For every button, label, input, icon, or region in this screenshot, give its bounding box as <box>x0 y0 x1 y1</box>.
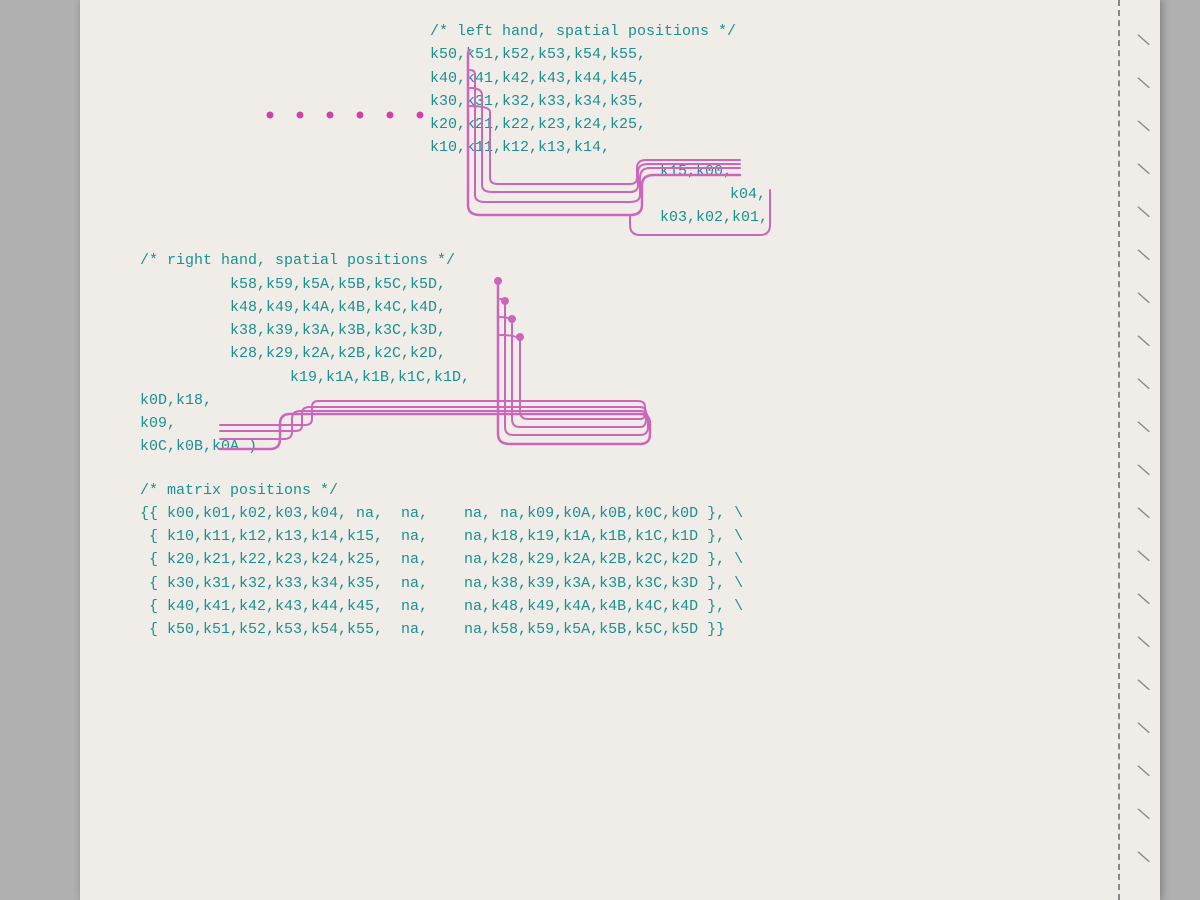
slash-17: \ <box>1136 719 1152 740</box>
slash-14: \ <box>1136 590 1152 611</box>
main-content: /* left hand, spatial positions */ k50,k… <box>140 20 1100 641</box>
left-hand-line-3: k30,k31,k32,k33,k34,k35, <box>430 90 1100 113</box>
slash-8: \ <box>1136 332 1152 353</box>
slash-19: \ <box>1136 805 1152 826</box>
matrix-line-6: { k50,k51,k52,k53,k54,k55, na, na,k58,k5… <box>140 618 1100 641</box>
matrix-line-5: { k40,k41,k42,k43,k44,k45, na, na,k48,k4… <box>140 595 1100 618</box>
slash-18: \ <box>1136 762 1152 783</box>
matrix-line-3: { k20,k21,k22,k23,k24,k25, na, na,k28,k2… <box>140 548 1100 571</box>
matrix-line-1: {{ k00,k01,k02,k03,k04, na, na, na, na,k… <box>140 502 1100 525</box>
left-hand-comment-text: /* left hand, spatial positions */ <box>430 20 1100 43</box>
matrix-section: /* matrix positions */ {{ k00,k01,k02,k0… <box>140 479 1100 642</box>
slash-13: \ <box>1136 547 1152 568</box>
slash-12: \ <box>1136 504 1152 525</box>
right-hand-comment: /* right hand, spatial positions */ k58,… <box>140 249 1100 458</box>
slash-15: \ <box>1136 633 1152 654</box>
right-hand-line-1: k58,k59,k5A,k5B,k5C,k5D, <box>230 273 1100 296</box>
left-hand-line-7: k04, <box>730 183 1100 206</box>
slash-5: \ <box>1136 203 1152 224</box>
slash-6: \ <box>1136 246 1152 267</box>
right-hand-comment-text: /* right hand, spatial positions */ <box>140 249 1100 272</box>
right-hand-line-2: k48,k49,k4A,k4B,k4C,k4D, <box>230 296 1100 319</box>
matrix-comment: /* matrix positions */ <box>140 479 1100 502</box>
slash-16: \ <box>1136 676 1152 697</box>
margin-slash-marks: \ \ \ \ \ \ \ \ \ \ \ \ \ \ \ \ \ \ \ \ <box>1139 0 1150 900</box>
left-hand-line-1: k50,k51,k52,k53,k54,k55, <box>430 43 1100 66</box>
left-hand-comment: /* left hand, spatial positions */ k50,k… <box>430 20 1100 229</box>
slash-7: \ <box>1136 289 1152 310</box>
left-hand-line-6: k15,k00, <box>660 160 1100 183</box>
right-hand-line-8: k0C,k0B,k0A ) <box>140 435 1100 458</box>
left-hand-section: /* left hand, spatial positions */ k50,k… <box>140 20 1100 229</box>
right-hand-line-5: k19,k1A,k1B,k1C,k1D, <box>290 366 1100 389</box>
right-hand-section: /* right hand, spatial positions */ k58,… <box>140 249 1100 458</box>
slash-10: \ <box>1136 418 1152 439</box>
matrix-line-2: { k10,k11,k12,k13,k14,k15, na, na,k18,k1… <box>140 525 1100 548</box>
left-hand-line-8: k03,k02,k01, <box>660 206 1100 229</box>
slash-4: \ <box>1136 160 1152 181</box>
right-hand-line-3: k38,k39,k3A,k3B,k3C,k3D, <box>230 319 1100 342</box>
matrix-line-4: { k30,k31,k32,k33,k34,k35, na, na,k38,k3… <box>140 572 1100 595</box>
right-hand-line-4: k28,k29,k2A,k2B,k2C,k2D, <box>230 342 1100 365</box>
left-hand-line-5: k10,k11,k12,k13,k14, <box>430 136 1100 159</box>
page: \ \ \ \ \ \ \ \ \ \ \ \ \ \ \ \ \ \ \ \ <box>80 0 1160 900</box>
right-hand-line-7: k09, <box>140 412 1100 435</box>
slash-1: \ <box>1136 31 1152 52</box>
left-hand-line-4: k20,k21,k22,k23,k24,k25, <box>430 113 1100 136</box>
left-hand-line-2: k40,k41,k42,k43,k44,k45, <box>430 67 1100 90</box>
slash-11: \ <box>1136 461 1152 482</box>
slash-2: \ <box>1136 74 1152 95</box>
slash-20: \ <box>1136 848 1152 869</box>
slash-9: \ <box>1136 375 1152 396</box>
slash-3: \ <box>1136 117 1152 138</box>
right-hand-line-6: k0D,k18, <box>140 389 1100 412</box>
